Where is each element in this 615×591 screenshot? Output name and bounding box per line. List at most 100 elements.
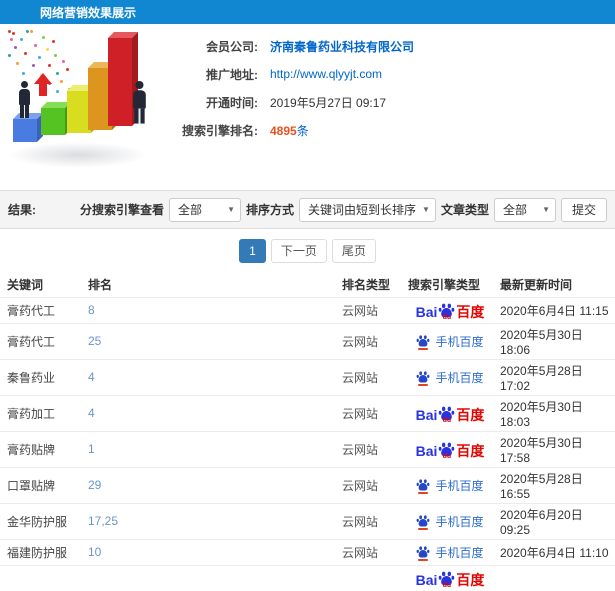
red-up-arrow-icon [34,73,52,96]
baidu-paw-icon [416,545,430,561]
baidu-logo-cn: 百度 [456,442,485,459]
rank-link[interactable]: 29 [88,478,101,492]
rank-type-cell [338,564,404,591]
ranking-count-suffix[interactable]: 条 [297,124,309,138]
mobile-baidu-label: 手机百度 [435,478,484,493]
rank-type-cell: 云网站 [338,358,404,395]
rank-cell: 25 [84,322,338,359]
baidu-logo: Bai du 百度 [416,441,485,460]
chevron-down-icon: ▼ [227,205,236,214]
info-row-company: 会员公司: 济南秦鲁药业科技有限公司 [170,32,615,60]
rank-type-cell: 云网站 [338,394,404,431]
pagination: 1 下一页 尾页 [239,238,376,263]
header-rank-type: 排名类型 [342,277,391,292]
mobile-baidu-label: 手机百度 [435,370,484,385]
baidu-logo-cn: 百度 [456,303,485,320]
sort-select[interactable]: 关键词由短到长排序 ▼ [299,197,436,222]
table-row: 膏药贴牌 1 云网站 Bai du 百度 2020年5月30日 17:58 [0,430,615,467]
keyword-cell: 秦鲁药业 [0,358,84,395]
rank-link[interactable]: 8 [88,303,95,317]
rank-link[interactable]: 1 [88,442,95,456]
updated-cell [496,564,615,591]
page-button-next[interactable]: 下一页 [270,238,327,263]
updated-cell: 2020年5月30日 18:03 [496,394,615,431]
company-label: 会员公司: [206,39,258,54]
info-row-url: 推广地址: http://www.qlyyjt.com [170,60,615,88]
table-body: 膏药代工 8 云网站 Bai du 百度 2020年6月4日 11:15 膏药代工 25 云网站手… [0,296,615,591]
baidu-paw-icon [416,334,430,350]
mobile-baidu-badge: 手机百度 [416,544,484,561]
account-info-section: 会员公司: 济南秦鲁药业科技有限公司 推广地址: http://www.qlyy… [0,24,615,190]
mobile-baidu-badge: 手机百度 [416,477,484,494]
engine-cell: Bai du 百度 [404,296,496,323]
rank-cell: 17,25 [84,502,338,539]
growth-chart-clipart [0,24,170,190]
baidu-logo-bai: Bai [415,303,438,320]
baidu-logo-du: du [442,452,452,460]
mobile-baidu-label: 手机百度 [435,545,484,560]
updated-cell: 2020年6月4日 11:15 [496,296,615,323]
rank-cell: 10 [84,538,338,565]
table-row: Bai du 百度 [0,564,615,591]
header-keyword: 关键词 [7,277,44,292]
baidu-logo-du: du [442,416,452,424]
table-row: 膏药加工 4 云网站 Bai du 百度 2020年5月30日 18:03 [0,394,615,431]
article-type-select[interactable]: 全部 ▼ [493,197,556,222]
engine-cell: 手机百度 [404,322,496,359]
info-row-open-time: 开通时间: 2019年5月27日 09:17 [170,88,615,116]
page-title: 网络营销效果展示 [40,5,137,20]
company-link[interactable]: 济南秦鲁药业科技有限公司 [270,38,414,55]
businessman-figure-left [18,81,30,118]
rank-link[interactable]: 10 [88,545,101,559]
rank-link[interactable]: 4 [88,406,95,420]
baidu-paw-icon: du [438,570,455,589]
bar-blue [13,119,37,142]
chevron-down-icon: ▼ [542,205,550,214]
baidu-logo-bai: Bai [415,571,438,588]
header-engine-type: 搜索引擎类型 [408,277,481,292]
rank-cell: 4 [84,394,338,431]
sort-selected: 关键词由短到长排序 [308,203,417,217]
mobile-baidu-badge: 手机百度 [416,369,484,386]
updated-cell: 2020年5月28日 17:02 [496,358,615,395]
engine-cell: 手机百度 [404,466,496,503]
baidu-paw-icon: du [438,441,455,460]
keyword-cell: 福建防护服 [0,538,84,565]
keyword-cell: 金华防护服 [0,502,84,539]
table-row: 口罩贴牌 29 云网站 手机百度 2020年5月28日 16:55 [0,466,615,503]
header-updated: 最新更新时间 [500,277,573,292]
baidu-paw-icon [416,478,430,494]
updated-cell: 2020年5月28日 16:55 [496,466,615,503]
rank-cell: 4 [84,358,338,395]
rank-type-cell: 云网站 [338,322,404,359]
confetti-decoration [8,30,11,33]
page-header: 网络营销效果展示 [0,0,615,24]
baidu-paw-icon [416,514,430,530]
ranking-count-value: 4895 [270,123,297,138]
engine-view-label: 分搜索引擎查看 [80,203,165,217]
rank-link[interactable]: 17,25 [88,514,118,528]
submit-button[interactable]: 提交 [560,197,607,222]
sort-label: 排序方式 [246,203,295,217]
page-button-current[interactable]: 1 [239,238,266,263]
updated-cell: 2020年5月30日 17:58 [496,430,615,467]
engine-view-select[interactable]: 全部 ▼ [169,197,242,222]
promo-url-link[interactable]: http://www.qlyyjt.com [270,67,382,81]
account-info-list: 会员公司: 济南秦鲁药业科技有限公司 推广地址: http://www.qlyy… [170,24,615,190]
page-button-last[interactable]: 尾页 [331,238,376,263]
pagination-area: 1 下一页 尾页 [0,229,615,272]
baidu-paw-icon [416,370,430,386]
businessman-figure-right [132,81,146,124]
open-time-label: 开通时间: [206,95,258,110]
table-row: 膏药代工 25 云网站 手机百度 2020年5月30日 18:06 [0,322,615,359]
rank-link[interactable]: 25 [88,334,101,348]
baidu-logo-cn: 百度 [456,406,485,423]
bar-green [41,108,65,135]
table-row: 金华防护服 17,25 云网站 手机百度 2020年6月20日 09:25 [0,502,615,539]
baidu-logo-bai: Bai [415,406,438,423]
rank-cell: 29 [84,466,338,503]
rank-type-cell: 云网站 [338,296,404,323]
rank-link[interactable]: 4 [88,370,95,384]
table-row: 秦鲁药业 4 云网站 手机百度 2020年5月28日 17:02 [0,358,615,395]
header-rank: 排名 [88,277,113,292]
